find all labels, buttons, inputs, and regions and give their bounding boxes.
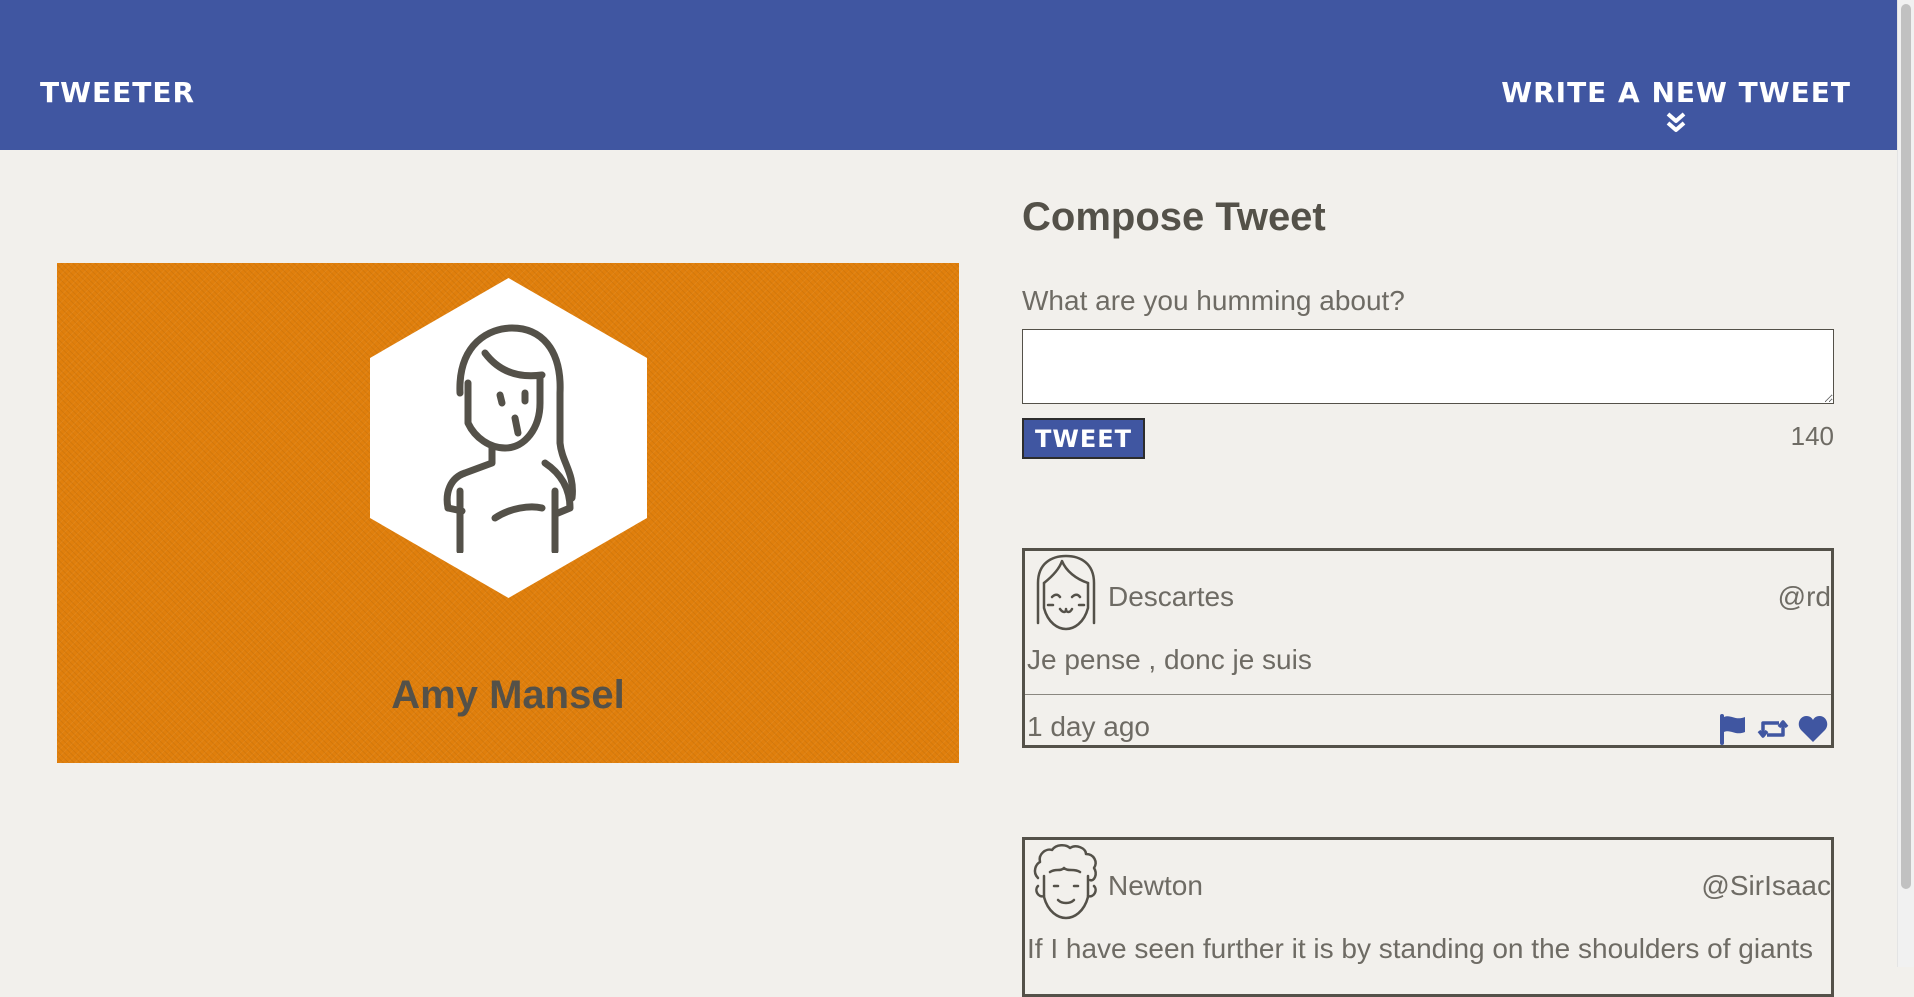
tweet-divider <box>1025 694 1831 695</box>
tweet-submit-button[interactable]: Tweet <box>1022 418 1145 459</box>
woman-avatar-icon <box>443 324 576 553</box>
flag-icon[interactable] <box>1717 713 1749 745</box>
retweet-icon[interactable] <box>1757 713 1789 745</box>
write-new-tweet-toggle[interactable]: Write a new tweet <box>1501 76 1851 135</box>
tweet-author-handle: @rd <box>1777 581 1831 612</box>
scrollbar-thumb[interactable] <box>1901 4 1911 889</box>
tweet-card: Descartes @rd Je pense , donc je suis 1 … <box>1022 548 1834 748</box>
compose-prompt: What are you humming about? <box>1022 285 1405 316</box>
tweet-actions <box>1717 713 1829 745</box>
tweet-timestamp: 1 day ago <box>1027 711 1150 742</box>
tweet-card: Newton @SirIsaac If I have seen further … <box>1022 837 1834 997</box>
heart-icon[interactable] <box>1797 713 1829 745</box>
tweet-text-input[interactable] <box>1022 329 1834 404</box>
tweet-author-name: Newton <box>1108 870 1203 901</box>
compose-section: Compose Tweet What are you humming about… <box>1022 195 1834 459</box>
page-scrollbar[interactable] <box>1897 0 1914 967</box>
character-counter: 140 <box>1790 421 1834 451</box>
tweet-author-name: Descartes <box>1108 581 1235 612</box>
write-new-tweet-label: Write a new tweet <box>1501 76 1851 109</box>
profile-avatar <box>370 278 647 598</box>
tweet-text: Je pense , donc je suis <box>1027 644 1312 675</box>
compose-title: Compose Tweet <box>1022 195 1326 239</box>
curly-hair-avatar-icon <box>1033 844 1097 920</box>
profile-card: Amy Mansel <box>57 263 959 763</box>
top-nav: Tweeter Write a new tweet <box>0 0 1897 150</box>
double-chevron-down-icon <box>1666 112 1686 132</box>
bob-hair-avatar-icon <box>1036 554 1096 631</box>
tweet-author-handle: @SirIsaac <box>1701 870 1831 901</box>
profile-name: Amy Mansel <box>391 673 625 717</box>
tweet-text: If I have seen further it is by standing… <box>1027 933 1814 964</box>
brand-logo[interactable]: Tweeter <box>40 76 195 109</box>
